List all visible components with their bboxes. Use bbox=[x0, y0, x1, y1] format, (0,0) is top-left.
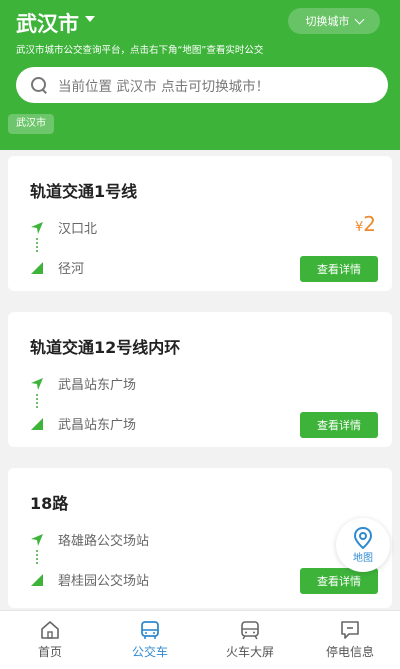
view-details-button[interactable]: 查看详情 bbox=[300, 256, 378, 282]
nav-item-train[interactable]: 火车大屏 bbox=[200, 611, 300, 669]
view-details-button[interactable]: 查看详情 bbox=[300, 568, 378, 594]
route-card[interactable]: 轨道交通12号线内环 武昌站东广场 武昌站东广场 查看详情 bbox=[8, 312, 392, 447]
end-arrow-icon bbox=[31, 573, 43, 586]
train-icon bbox=[241, 621, 259, 640]
start-arrow-icon bbox=[31, 377, 43, 390]
nav-label: 火车大屏 bbox=[225, 645, 274, 659]
view-details-button[interactable]: 查看详情 bbox=[300, 412, 378, 438]
route-price: ¥2 bbox=[355, 212, 376, 236]
search-icon bbox=[30, 76, 48, 94]
route-name: 18路 bbox=[30, 494, 69, 513]
home-icon bbox=[41, 621, 59, 639]
start-stop-name: 汉口北 bbox=[58, 222, 98, 237]
map-button[interactable]: 地图 bbox=[336, 518, 390, 572]
route-start-stop: 汉口北 bbox=[30, 218, 97, 237]
route-start-stop: 武昌站东广场 bbox=[30, 374, 136, 393]
subtitle: 武汉市城市公交查询平台，点击右下角“地图”查看实时公交 bbox=[16, 45, 264, 56]
caret-down-icon bbox=[85, 16, 95, 22]
city-selector[interactable]: 武汉市 bbox=[16, 8, 95, 38]
route-end-stop: 径河 bbox=[30, 258, 84, 277]
end-stop-name: 碧桂园公交场站 bbox=[58, 574, 150, 589]
message-icon bbox=[341, 621, 359, 639]
start-arrow-icon bbox=[31, 533, 43, 546]
switch-city-label: 切换城市 bbox=[305, 15, 350, 28]
city-tag[interactable]: 武汉市 bbox=[8, 114, 54, 134]
route-end-stop: 碧桂园公交场站 bbox=[30, 570, 149, 589]
route-name: 轨道交通12号线内环 bbox=[30, 338, 181, 357]
route-dots bbox=[36, 238, 38, 252]
nav-label: 公交车 bbox=[131, 645, 168, 659]
map-button-label: 地图 bbox=[353, 552, 373, 564]
location-pin-icon bbox=[353, 526, 373, 549]
nav-label: 停电信息 bbox=[325, 645, 374, 659]
chevron-down-icon bbox=[354, 14, 364, 24]
end-arrow-icon bbox=[31, 417, 43, 430]
route-end-stop: 武昌站东广场 bbox=[30, 414, 136, 433]
header: 武汉市 切换城市 武汉市城市公交查询平台，点击右下角“地图”查看实时公交 当前位… bbox=[0, 0, 400, 150]
end-arrow-icon bbox=[31, 261, 43, 274]
route-name: 轨道交通1号线 bbox=[30, 182, 138, 201]
nav-item-bus[interactable]: 公交车 bbox=[100, 611, 200, 669]
route-dots bbox=[36, 550, 38, 564]
search-bar[interactable]: 当前位置 武汉市 点击可切换城市！ bbox=[16, 67, 388, 103]
route-card[interactable]: 18路 珞雄路公交场站 碧桂园公交场站 查看详情 bbox=[8, 468, 392, 608]
bus-icon bbox=[141, 621, 159, 639]
city-name: 武汉市 bbox=[16, 12, 79, 36]
route-card[interactable]: 轨道交通1号线 汉口北 径河 ¥2 查看详情 bbox=[8, 156, 392, 291]
route-start-stop: 珞雄路公交场站 bbox=[30, 530, 149, 549]
nav-label: 首页 bbox=[37, 645, 62, 659]
route-dots bbox=[36, 394, 38, 408]
search-placeholder: 当前位置 武汉市 点击可切换城市！ bbox=[58, 79, 270, 95]
start-arrow-icon bbox=[31, 221, 43, 234]
nav-item-home[interactable]: 首页 bbox=[0, 611, 100, 669]
nav-item-power-outage[interactable]: 停电信息 bbox=[300, 611, 400, 669]
bottom-nav: 首页 公交车 火车大屏 停电信息 bbox=[0, 610, 400, 669]
start-stop-name: 武昌站东广场 bbox=[58, 378, 137, 393]
end-stop-name: 武昌站东广场 bbox=[58, 418, 137, 433]
switch-city-button[interactable]: 切换城市 bbox=[288, 8, 380, 34]
start-stop-name: 珞雄路公交场站 bbox=[58, 534, 150, 549]
price-value: 2 bbox=[363, 212, 376, 236]
end-stop-name: 径河 bbox=[58, 262, 85, 277]
